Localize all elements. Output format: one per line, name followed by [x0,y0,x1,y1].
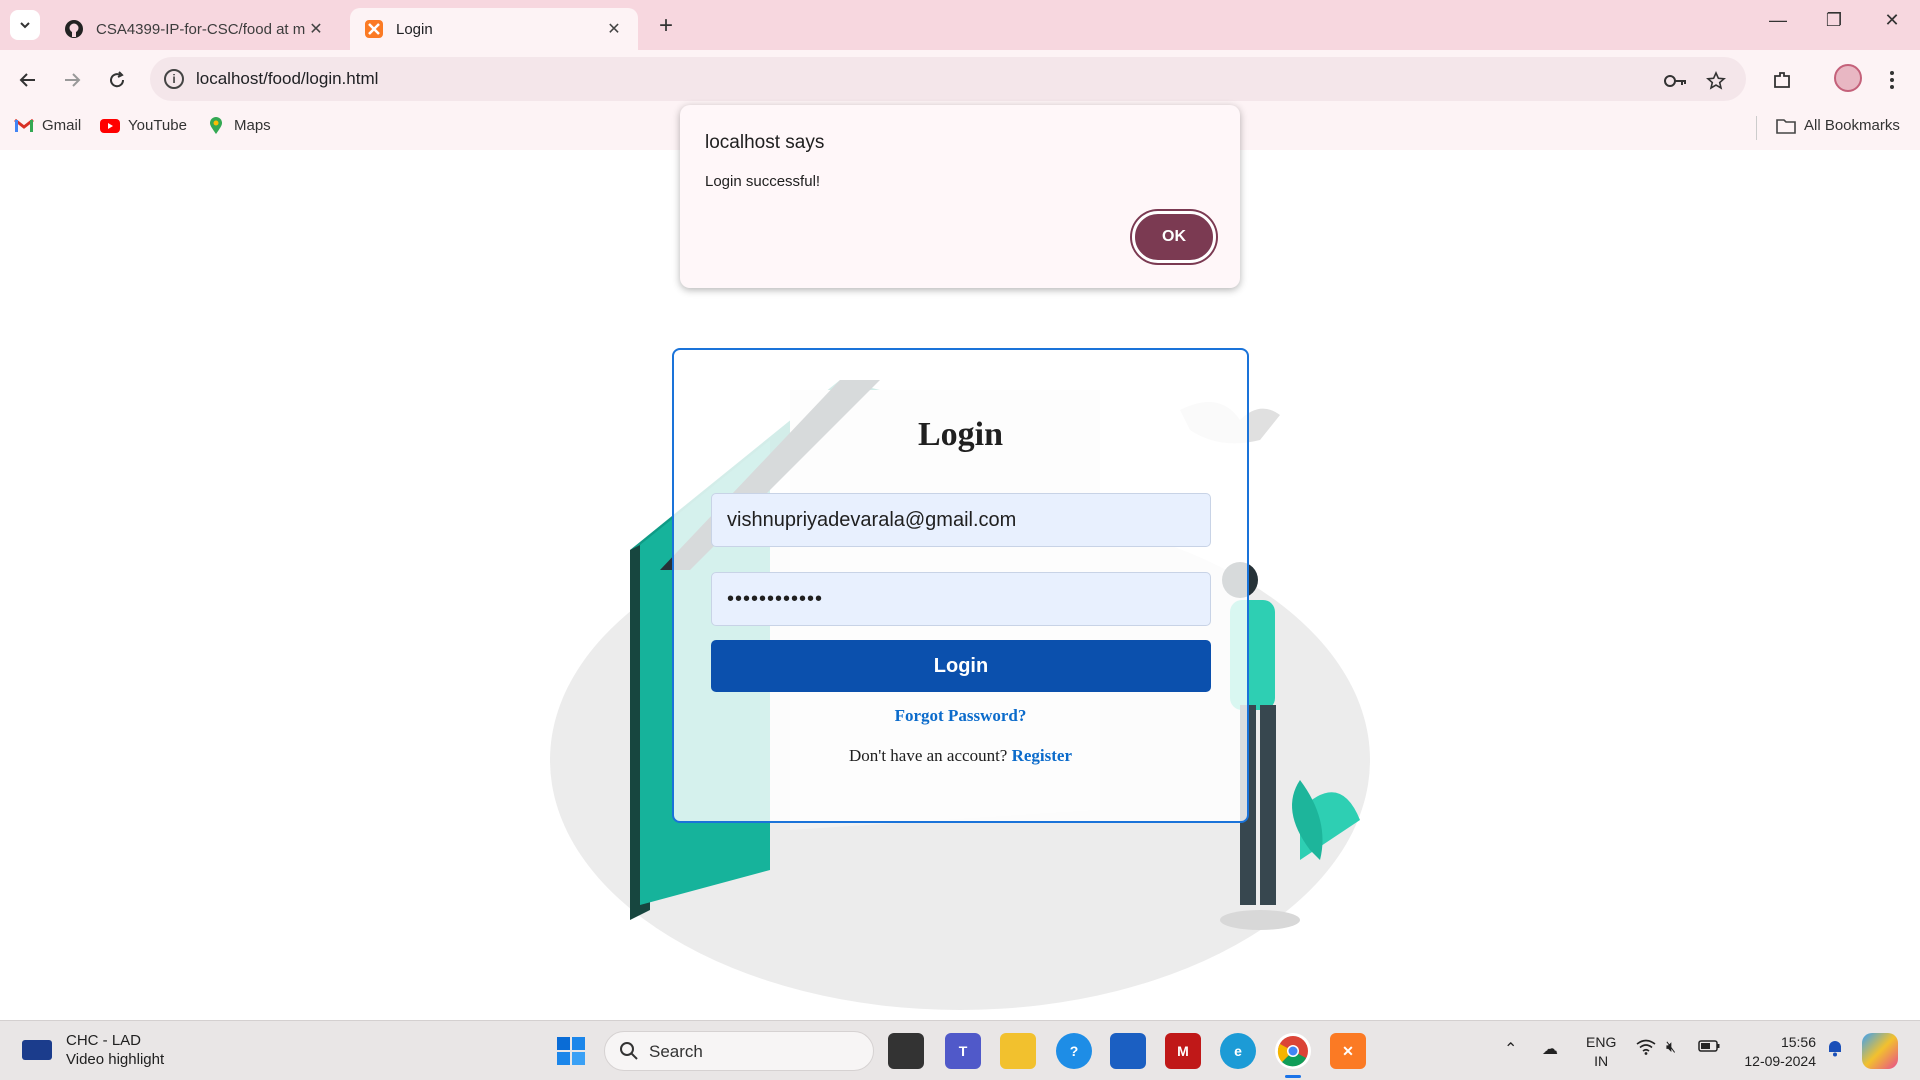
show-hidden-icons[interactable]: ⌃ [1504,1039,1517,1059]
taskbar-search[interactable]: Search [604,1031,874,1071]
password-field[interactable]: •••••••••••• [711,572,1211,626]
windows-start-icon[interactable] [553,1033,589,1069]
weather-subtitle: Video highlight [66,1051,165,1068]
tab-login[interactable]: Login ✕ [350,8,638,50]
active-app-indicator [1285,1075,1301,1078]
clock-time: 15:56 [1780,1034,1816,1050]
address-bar[interactable]: i localhost/food/login.html [150,57,1746,101]
wifi-icon[interactable] [1636,1039,1656,1060]
edge-icon[interactable]: e [1220,1033,1256,1069]
extensions-icon[interactable] [1768,66,1796,94]
chrome-icon[interactable] [1275,1033,1311,1069]
login-heading: Login [917,416,1004,453]
site-info-icon[interactable]: i [164,69,184,89]
close-tab-icon[interactable]: ✕ [306,19,326,39]
xampp-icon [364,19,384,39]
youtube-icon [100,118,120,134]
bookmark-gmail[interactable]: Gmail [14,117,81,134]
store-icon[interactable] [1110,1033,1146,1069]
search-icon [619,1041,639,1066]
mcafee-icon[interactable]: M [1165,1033,1201,1069]
password-key-icon[interactable] [1664,69,1688,93]
email-field[interactable]: vishnupriyadevarala@gmail.com [711,493,1211,547]
all-bookmarks-button[interactable]: All Bookmarks [1776,117,1900,134]
github-icon [64,19,84,39]
tab-github[interactable]: CSA4399-IP-for-CSC/food at m ✕ [50,8,340,50]
gmail-icon [14,118,34,134]
login-card: Login vishnupriyadevarala@gmail.com ••••… [672,348,1249,823]
bookmark-label: Gmail [42,117,82,134]
task-view-icon[interactable] [888,1033,924,1069]
url-text[interactable]: localhost/food/login.html [196,69,378,89]
teams-icon[interactable]: T [945,1033,981,1069]
tab-strip: CSA4399-IP-for-CSC/food at m ✕ Login ✕ +… [0,0,1920,50]
lang-code: ENG [1586,1034,1617,1050]
browser-toolbar: i localhost/food/login.html [0,50,1920,108]
close-tab-icon[interactable]: ✕ [604,19,624,39]
menu-kebab-icon[interactable] [1878,66,1906,94]
onedrive-icon[interactable]: ☁ [1542,1039,1558,1059]
profile-avatar[interactable] [1834,64,1862,92]
alert-dialog: localhost says Login successful! OK [680,105,1240,288]
bookmarks-divider [1756,116,1757,140]
all-bookmarks-label: All Bookmarks [1804,117,1900,134]
xampp-taskbar-icon[interactable]: ✕ [1330,1033,1366,1069]
dialog-message: Login successful! [705,173,821,190]
volume-muted-icon[interactable]: 🔇︎ [1666,1039,1676,1057]
weather-title: CHC - LAD [66,1032,142,1049]
reload-icon[interactable] [103,66,131,94]
help-icon[interactable]: ? [1056,1033,1092,1069]
battery-icon[interactable] [1698,1039,1720,1057]
taskbar: CHC - LAD Video highlight Search T ? M e… [0,1020,1920,1080]
bookmark-maps[interactable]: Maps [206,116,271,134]
bookmark-label: Maps [234,117,271,134]
tab-search-button[interactable] [10,10,40,40]
dialog-title: localhost says [705,132,825,153]
copilot-icon[interactable] [1862,1033,1898,1069]
language-indicator[interactable]: ENG IN [1586,1033,1616,1071]
close-window-icon[interactable]: ✕ [1872,10,1912,31]
tab-title: Login [396,20,433,38]
sports-flag-icon [22,1040,52,1060]
restore-icon[interactable]: ❐ [1814,10,1854,31]
tab-title: CSA4399-IP-for-CSC/food at m [96,20,306,38]
forgot-password-link[interactable]: Forgot Password? [674,706,1247,726]
minimize-icon[interactable]: — [1758,10,1798,31]
no-account-text: Don't have an account? [848,746,1008,765]
register-prompt: Don't have an account? Register [674,746,1247,766]
new-tab-button[interactable]: + [652,12,680,40]
notifications-bell-icon[interactable] [1826,1039,1844,1062]
forward-icon[interactable] [58,66,86,94]
bookmark-label: YouTube [128,117,187,134]
bookmark-youtube[interactable]: YouTube [100,117,187,134]
bookmark-star-icon[interactable] [1704,69,1728,93]
system-clock[interactable]: 15:56 12-09-2024 [1736,1033,1816,1071]
clock-date: 12-09-2024 [1744,1053,1816,1069]
file-explorer-icon[interactable] [1000,1033,1036,1069]
weather-widget[interactable]: CHC - LAD Video highlight [22,1031,164,1069]
login-button[interactable]: Login [711,640,1211,692]
folder-icon [1776,118,1796,134]
register-link[interactable]: Register [1012,746,1072,765]
maps-pin-icon [206,116,226,134]
ok-button[interactable]: OK [1132,211,1216,263]
search-label: Search [649,1042,703,1061]
region-code: IN [1594,1053,1609,1069]
chevron-down-icon [20,22,30,29]
back-icon[interactable] [14,66,42,94]
